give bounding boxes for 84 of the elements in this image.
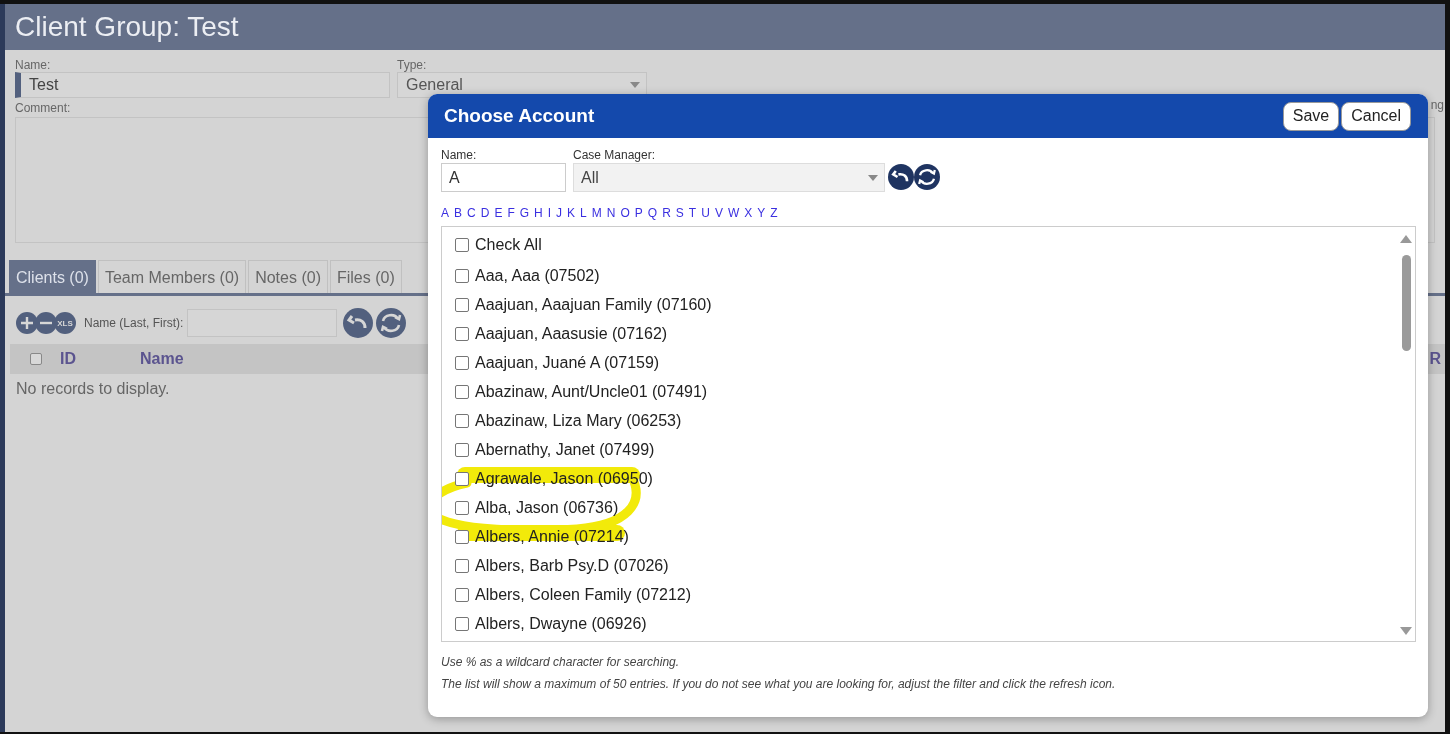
account-label[interactable]: Aaajuan, Juané A (07159) <box>475 353 660 372</box>
filter-label: Name (Last, First): <box>84 316 184 330</box>
letter-link[interactable]: D <box>480 206 490 220</box>
column-header[interactable]: ID <box>60 350 76 368</box>
checkbox[interactable] <box>455 413 469 428</box>
checkbox[interactable] <box>455 238 469 252</box>
account-label[interactable]: Abernathy, Janet (07499) <box>475 440 655 459</box>
checkbox[interactable] <box>455 355 469 370</box>
dialog-button[interactable]: Cancel <box>1341 101 1411 131</box>
checkbox[interactable] <box>455 442 469 457</box>
checkbox[interactable] <box>455 529 469 544</box>
hint-text: Use % as a wildcard character for searching. <box>441 654 681 671</box>
account-label[interactable]: Aaajuan, Aaajuan Family (07160) <box>475 295 712 314</box>
checkbox[interactable] <box>455 558 469 573</box>
name-input[interactable]: A <box>441 163 566 192</box>
field-label: Type: <box>397 58 428 72</box>
letter-link[interactable]: C <box>467 206 476 220</box>
column-header[interactable]: Name <box>140 350 184 368</box>
account-label[interactable]: Aaa, Aaa (07502) <box>475 266 600 285</box>
tab[interactable]: Team Members (0) <box>97 260 247 293</box>
field-label: ng <box>1430 98 1444 112</box>
tab[interactable]: Files (0) <box>329 260 402 293</box>
letter-link[interactable]: Y <box>757 206 766 220</box>
letter-link[interactable]: L <box>580 206 587 220</box>
account-label[interactable]: Albers, Dwayne (06926) <box>475 614 647 633</box>
column-header[interactable]: R <box>1429 350 1441 368</box>
letter-link[interactable]: G <box>519 206 530 220</box>
case-manager-select[interactable]: All <box>573 163 885 192</box>
checkbox[interactable] <box>455 471 469 486</box>
letter-link[interactable]: S <box>675 206 684 220</box>
letter-link[interactable]: J <box>556 206 563 220</box>
add-icon[interactable] <box>16 312 38 334</box>
hint-text: The list will show a maximum of 50 entries. If you do not see what you are looking for, adjust the filter and click the refresh icon. <box>441 676 1117 693</box>
checkbox[interactable] <box>455 587 469 602</box>
letter-link[interactable]: T <box>688 206 697 220</box>
letter-link[interactable]: H <box>534 206 543 220</box>
empty-message: No records to display. <box>15 379 171 399</box>
account-label[interactable]: Abazinaw, Aunt/Uncle01 (07491) <box>475 382 708 401</box>
account-label[interactable]: Albers, Coleen Family (07212) <box>475 585 692 604</box>
field-label: Name: <box>441 147 478 163</box>
letter-link[interactable]: Q <box>647 206 658 220</box>
dialog-button[interactable]: Save <box>1282 101 1340 131</box>
page-title: Client Group: Test <box>15 11 239 43</box>
check-all-label[interactable]: Check All <box>475 236 542 254</box>
checkbox[interactable] <box>455 326 469 341</box>
letter-link[interactable]: W <box>727 206 740 220</box>
checkbox[interactable] <box>30 353 42 365</box>
checkbox[interactable] <box>455 500 469 515</box>
field-label: Name: <box>15 58 52 72</box>
tab[interactable]: Notes (0) <box>248 260 328 293</box>
letter-link[interactable]: P <box>634 206 643 220</box>
tab[interactable]: Clients (0) <box>9 260 96 293</box>
letter-link[interactable]: B <box>454 206 463 220</box>
caret-icon <box>868 174 878 181</box>
caret-icon <box>630 82 640 88</box>
letter-link[interactable]: Z <box>770 206 778 220</box>
remove-icon[interactable] <box>35 312 57 334</box>
letter-link[interactable]: N <box>606 206 616 220</box>
export-button[interactable]: XLS <box>54 312 76 334</box>
field-label: Case Manager: <box>573 147 657 163</box>
letter-link[interactable]: M <box>591 206 602 220</box>
letter-link[interactable]: E <box>494 206 503 220</box>
undo-icon[interactable] <box>888 164 914 190</box>
name-input[interactable]: Test <box>15 72 390 98</box>
letter-link[interactable]: I <box>547 206 552 220</box>
field-label: Comment: <box>15 101 71 115</box>
letter-link[interactable]: R <box>662 206 671 220</box>
letter-link[interactable]: A <box>441 206 449 220</box>
letter-link[interactable]: F <box>507 206 515 220</box>
letter-link[interactable]: U <box>701 206 710 220</box>
checkbox[interactable] <box>455 616 469 631</box>
letter-link[interactable]: V <box>714 206 723 220</box>
account-label[interactable]: Aaajuan, Aaasusie (07162) <box>475 324 668 343</box>
account-label[interactable]: Abazinaw, Liza Mary (06253) <box>475 411 682 430</box>
checkbox[interactable] <box>455 268 469 283</box>
checkbox[interactable] <box>455 384 469 399</box>
letter-link[interactable]: X <box>744 206 753 220</box>
dialog-title: Choose Account <box>444 105 595 127</box>
account-label[interactable]: Alba, Jason (06736) <box>475 498 619 517</box>
checkbox[interactable] <box>455 297 469 312</box>
letter-link[interactable]: O <box>620 206 630 220</box>
letter-link[interactable]: K <box>567 206 576 220</box>
account-label[interactable]: Albers, Barb Psy.D (07026) <box>475 556 669 575</box>
refresh-icon[interactable] <box>914 164 940 190</box>
